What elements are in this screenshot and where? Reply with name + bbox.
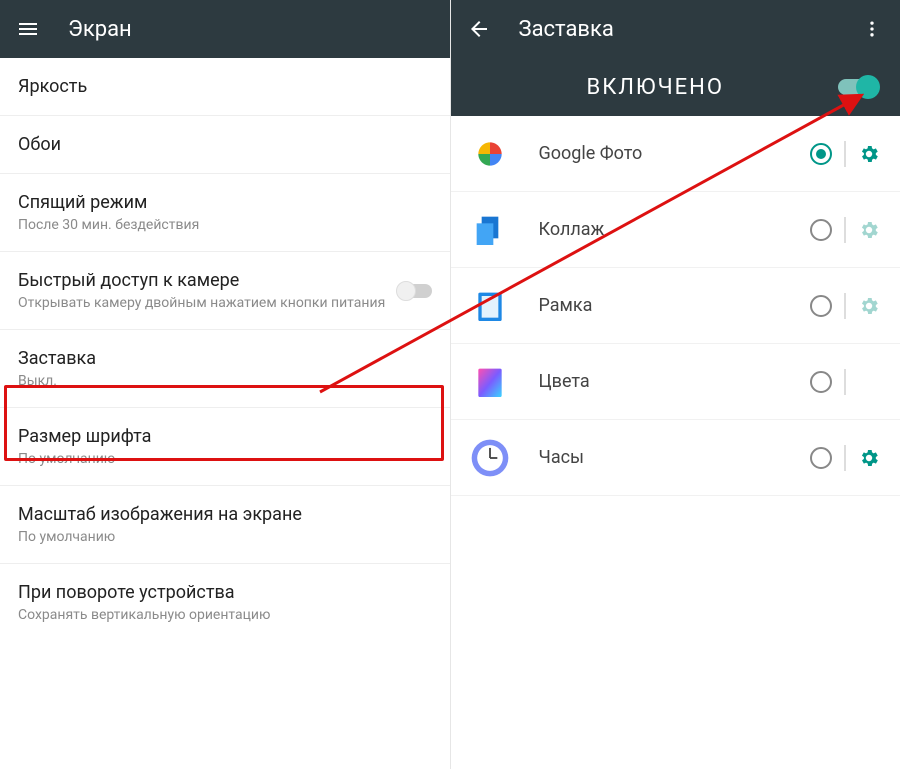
separator xyxy=(844,217,846,243)
option-frame[interactable]: Рамка xyxy=(451,268,900,344)
gear-icon[interactable] xyxy=(858,143,880,165)
clock-icon xyxy=(467,435,513,481)
list-item-label: Заставка xyxy=(18,348,432,369)
separator xyxy=(844,293,846,319)
enabled-toggle[interactable] xyxy=(838,79,878,95)
list-item-display-scale[interactable]: Масштаб изображения на экране По умолчан… xyxy=(0,486,450,564)
list-item-label: Быстрый доступ к камере xyxy=(18,270,388,291)
list-item-label: При повороте устройства xyxy=(18,582,432,603)
radio-colors[interactable] xyxy=(810,371,832,393)
separator xyxy=(844,369,846,395)
list-item-rotation[interactable]: При повороте устройства Сохранять вертик… xyxy=(0,564,450,641)
list-item-sub: Сохранять вертикальную ориентацию xyxy=(18,607,432,623)
camera-quick-toggle[interactable] xyxy=(398,284,432,298)
option-label: Рамка xyxy=(539,295,811,316)
colors-icon xyxy=(467,359,513,405)
overflow-menu-icon[interactable] xyxy=(860,17,884,41)
list-item-wallpaper[interactable]: Обои xyxy=(0,116,450,174)
enabled-label: ВКЛЮЧЕНО xyxy=(473,75,839,100)
gear-icon[interactable] xyxy=(858,295,880,317)
list-item-label: Размер шрифта xyxy=(18,426,432,447)
gear-icon[interactable] xyxy=(858,447,880,469)
list-item-sub: Выкл. xyxy=(18,373,432,389)
frame-icon xyxy=(467,283,513,329)
appbar-right: Заставка xyxy=(451,0,900,58)
back-arrow-icon[interactable] xyxy=(467,17,491,41)
settings-display-panel: Экран Яркость Обои Спящий режим После 30… xyxy=(0,0,450,769)
list-item-label: Масштаб изображения на экране xyxy=(18,504,432,525)
option-label: Google Фото xyxy=(539,143,811,164)
google-photos-icon xyxy=(467,131,513,177)
radio-clock[interactable] xyxy=(810,447,832,469)
appbar-left: Экран xyxy=(0,0,450,58)
list-item-brightness[interactable]: Яркость xyxy=(0,58,450,116)
option-label: Цвета xyxy=(539,371,811,392)
list-item-sub: По умолчанию xyxy=(18,529,432,545)
separator xyxy=(844,445,846,471)
list-item-camera-quick[interactable]: Быстрый доступ к камере Открывать камеру… xyxy=(0,252,450,330)
option-colors[interactable]: Цвета xyxy=(451,344,900,420)
list-item-sleep[interactable]: Спящий режим После 30 мин. бездействия xyxy=(0,174,450,252)
option-label: Часы xyxy=(539,447,811,468)
list-item-label: Обои xyxy=(18,134,432,155)
radio-collage[interactable] xyxy=(810,219,832,241)
list-item-label: Спящий режим xyxy=(18,192,432,213)
option-clock[interactable]: Часы xyxy=(451,420,900,496)
list-item-label: Яркость xyxy=(18,76,432,97)
menu-icon[interactable] xyxy=(16,17,40,41)
radio-google-photos[interactable] xyxy=(810,143,832,165)
enabled-bar: ВКЛЮЧЕНО xyxy=(451,58,900,116)
gear-placeholder xyxy=(858,371,880,393)
list-item-font-size[interactable]: Размер шрифта По умолчанию xyxy=(0,408,450,486)
option-google-photos[interactable]: Google Фото xyxy=(451,116,900,192)
list-item-screensaver[interactable]: Заставка Выкл. xyxy=(0,330,450,408)
radio-frame[interactable] xyxy=(810,295,832,317)
screensaver-panel: Заставка ВКЛЮЧЕНО Google Фото xyxy=(450,0,900,769)
option-label: Коллаж xyxy=(539,219,811,240)
appbar-title-right: Заставка xyxy=(519,17,614,42)
gear-icon[interactable] xyxy=(858,219,880,241)
collage-icon xyxy=(467,207,513,253)
appbar-title-left: Экран xyxy=(68,17,132,42)
separator xyxy=(844,141,846,167)
list-item-sub: Открывать камеру двойным нажатием кнопки… xyxy=(18,295,388,311)
list-item-sub: По умолчанию xyxy=(18,451,432,467)
option-collage[interactable]: Коллаж xyxy=(451,192,900,268)
list-item-sub: После 30 мин. бездействия xyxy=(18,217,432,233)
